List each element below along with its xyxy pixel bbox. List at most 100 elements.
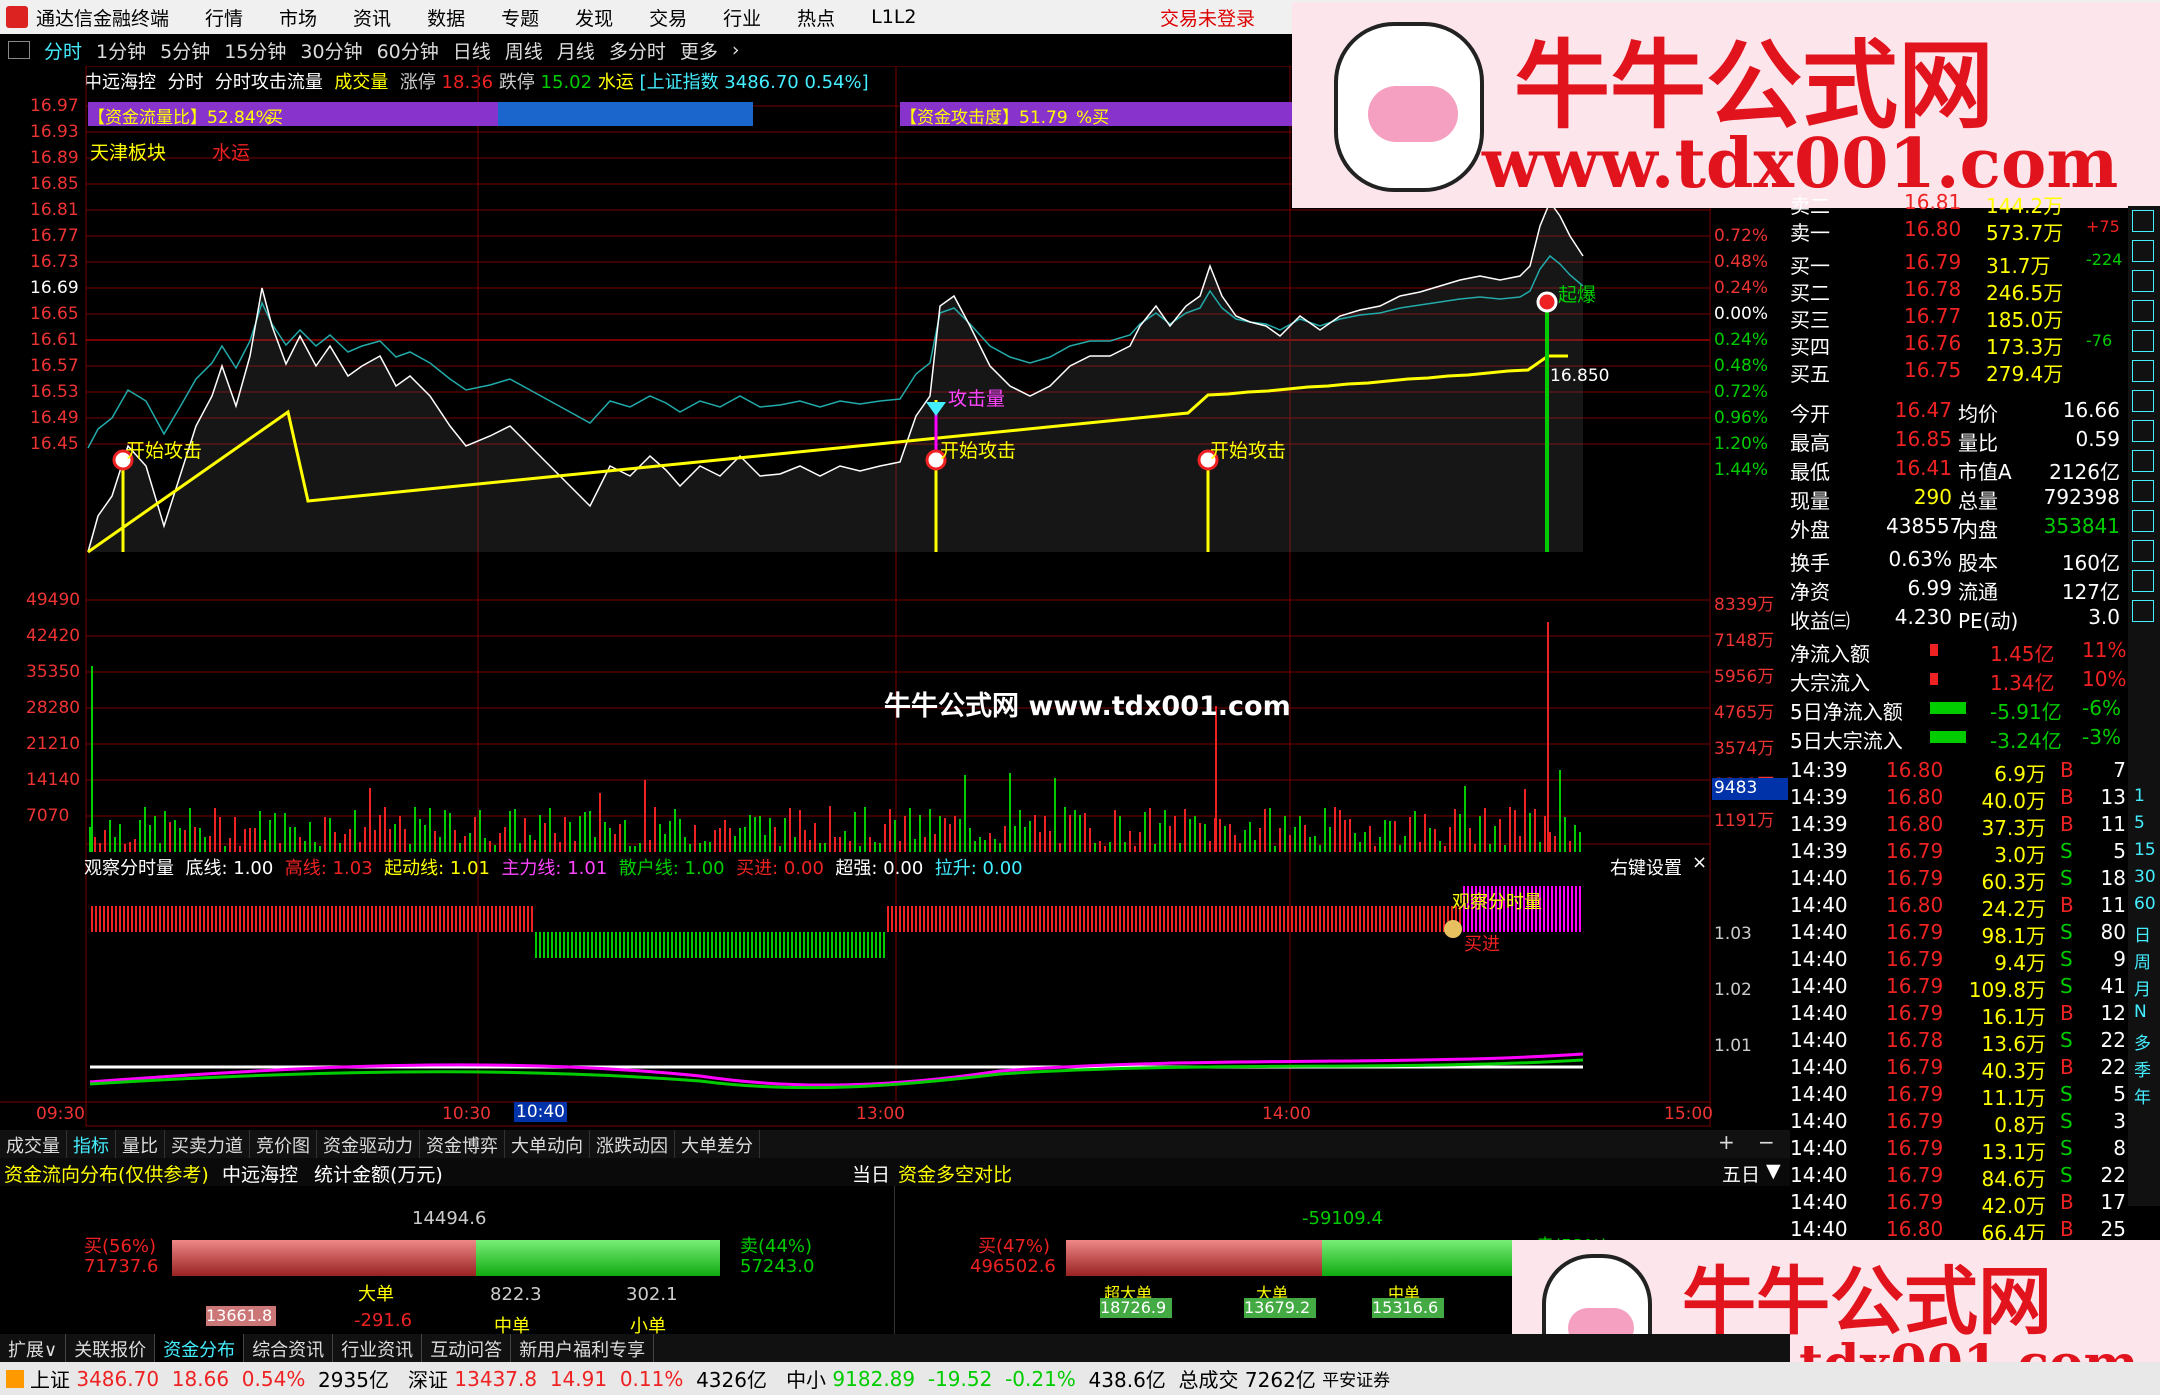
bottom-tab-0[interactable]: 扩展∨ (0, 1334, 67, 1362)
tool-icon[interactable] (2132, 210, 2154, 232)
menu-l1l2[interactable]: L1L2 (871, 6, 916, 28)
dropdown-icon[interactable]: ▼ (1766, 1160, 1781, 1182)
order-book-row[interactable]: 买四 16.76 173.3万 -76 (1790, 331, 2130, 359)
chevron-right-icon[interactable]: › (732, 39, 740, 61)
period-1min[interactable]: 1分钟 (96, 37, 146, 64)
menu-news[interactable]: 资讯 (353, 4, 391, 31)
side-tool-11[interactable]: 年 (2134, 1083, 2151, 1108)
tool-icon[interactable] (2132, 480, 2154, 502)
tool-icon[interactable] (2132, 240, 2154, 262)
intraday-chart[interactable]: 【资金流量比】52.84% 买 【资金攻击度】51.79 %买 天津板块 水运 … (0, 65, 1790, 1150)
status-zx[interactable]: 中小 (786, 1364, 826, 1393)
login-status[interactable]: 交易未登录 (1160, 4, 1255, 31)
period-more[interactable]: 更多 (680, 37, 718, 64)
order-book-row[interactable]: 买五 16.75 279.4万 (1790, 358, 2130, 386)
tool-icon[interactable] (2132, 600, 2154, 622)
tool-icon[interactable] (2132, 540, 2154, 562)
side-tool-4[interactable]: 60 (2134, 894, 2156, 914)
stat-value: 792398 (2043, 485, 2120, 509)
bottom-tab-3[interactable]: 综合资讯 (244, 1334, 334, 1362)
indicator-title[interactable]: 观察分时量 (84, 858, 174, 879)
status-sh[interactable]: 上证 (30, 1364, 70, 1393)
menu-market[interactable]: 市场 (279, 4, 317, 31)
period-intraday[interactable]: 分时 (44, 37, 82, 64)
tool-icon[interactable] (2132, 510, 2154, 532)
bottom-tab-1[interactable]: 关联报价 (66, 1334, 156, 1362)
menu-data[interactable]: 数据 (427, 4, 465, 31)
layout-toggle-icon[interactable] (8, 41, 30, 59)
fund-days[interactable]: 五日 (1722, 1160, 1760, 1187)
tab-1[interactable]: 指标 (67, 1130, 116, 1158)
side-tool-5[interactable]: 日 (2134, 921, 2151, 946)
money-bag-icon (1444, 920, 1462, 938)
menu-industry[interactable]: 行业 (723, 4, 761, 31)
tick-time: 14:40 (1790, 920, 1848, 944)
side-tool-0[interactable]: 1 (2134, 786, 2145, 806)
order-book-row[interactable]: 买三 16.77 185.0万 (1790, 304, 2130, 332)
order-book-row[interactable]: 卖一 16.80 573.7万 +75 (1790, 217, 2130, 245)
stat-value: 438557 (1886, 514, 1963, 538)
menu-quotes[interactable]: 行情 (205, 4, 243, 31)
indicator-strong: 超强: 0.00 (835, 858, 924, 879)
tab-2[interactable]: 量比 (116, 1130, 165, 1158)
tool-icon[interactable] (2132, 360, 2154, 382)
stat-row: 收益㈢ 4.230 PE(动) 3.0 (1790, 605, 2130, 633)
tab-5[interactable]: 资金驱动力 (317, 1130, 420, 1158)
chart-svg (0, 65, 1711, 1127)
order-book-row[interactable]: 买一 16.79 31.7万 -224 (1790, 250, 2130, 278)
tab-9[interactable]: 大单差分 (675, 1130, 760, 1158)
tick-count: 8 (2113, 1136, 2126, 1160)
side-tool-8[interactable]: N (2134, 1002, 2147, 1022)
side-tool-2[interactable]: 15 (2134, 840, 2156, 860)
period-15min[interactable]: 15分钟 (224, 37, 286, 64)
tab-8[interactable]: 涨跌动因 (590, 1130, 675, 1158)
tool-icon[interactable] (2132, 270, 2154, 292)
order-book-row[interactable]: 卖二 16.81 144.2万 (1790, 190, 2130, 218)
tab-6[interactable]: 资金博弈 (420, 1130, 505, 1158)
menu-hot[interactable]: 热点 (797, 4, 835, 31)
menu-topics[interactable]: 专题 (501, 4, 539, 31)
period-5min[interactable]: 5分钟 (160, 37, 210, 64)
status-sz[interactable]: 深证 (408, 1364, 448, 1393)
bottom-tab-4[interactable]: 行业资讯 (333, 1334, 423, 1362)
side-tool-7[interactable]: 月 (2134, 975, 2151, 1000)
side-tool-10[interactable]: 季 (2134, 1056, 2151, 1081)
order-book-row[interactable]: 买二 16.78 246.5万 (1790, 277, 2130, 305)
period-weekly[interactable]: 周线 (505, 37, 543, 64)
period-multi[interactable]: 多分时 (609, 37, 666, 64)
bottom-tab-6[interactable]: 新用户福利专享 (511, 1334, 655, 1362)
fund-today[interactable]: 当日 (852, 1160, 890, 1187)
indicator-settings[interactable]: 右键设置 (1610, 854, 1682, 880)
bottom-tab-5[interactable]: 互动问答 (422, 1334, 512, 1362)
zoom-in-icon[interactable]: + (1718, 1130, 1735, 1154)
tool-icon[interactable] (2132, 330, 2154, 352)
tool-icon[interactable] (2132, 300, 2154, 322)
tick-price: 16.79 (1886, 1136, 1944, 1160)
flow-value: 1.45亿 (1990, 642, 2055, 666)
price-tick: 16.77 (30, 226, 79, 246)
flow-value: 1.34亿 (1990, 671, 2055, 695)
period-30min[interactable]: 30分钟 (300, 37, 362, 64)
menu-discover[interactable]: 发现 (575, 4, 613, 31)
period-monthly[interactable]: 月线 (557, 37, 595, 64)
side-tool-3[interactable]: 30 (2134, 867, 2156, 887)
side-tool-1[interactable]: 5 (2134, 813, 2145, 833)
tool-icon[interactable] (2132, 390, 2154, 412)
tool-icon[interactable] (2132, 450, 2154, 472)
tool-icon[interactable] (2132, 420, 2154, 442)
tab-0[interactable]: 成交量 (0, 1130, 67, 1158)
tick-row: 14:39 16.79 3.0万 S 5 (1790, 839, 2130, 867)
tab-7[interactable]: 大单动向 (505, 1130, 590, 1158)
close-icon[interactable]: × (1692, 852, 1707, 873)
percent-tick: 0.96% (1714, 408, 1769, 428)
tab-4[interactable]: 竞价图 (250, 1130, 317, 1158)
bottom-tab-2[interactable]: 资金分布 (155, 1334, 245, 1362)
zoom-out-icon[interactable]: − (1758, 1130, 1775, 1154)
menu-trade[interactable]: 交易 (649, 4, 687, 31)
period-daily[interactable]: 日线 (453, 37, 491, 64)
side-tool-6[interactable]: 周 (2134, 948, 2151, 973)
period-60min[interactable]: 60分钟 (377, 37, 439, 64)
side-tool-9[interactable]: 多 (2134, 1029, 2151, 1054)
tool-icon[interactable] (2132, 570, 2154, 592)
tab-3[interactable]: 买卖力道 (165, 1130, 250, 1158)
